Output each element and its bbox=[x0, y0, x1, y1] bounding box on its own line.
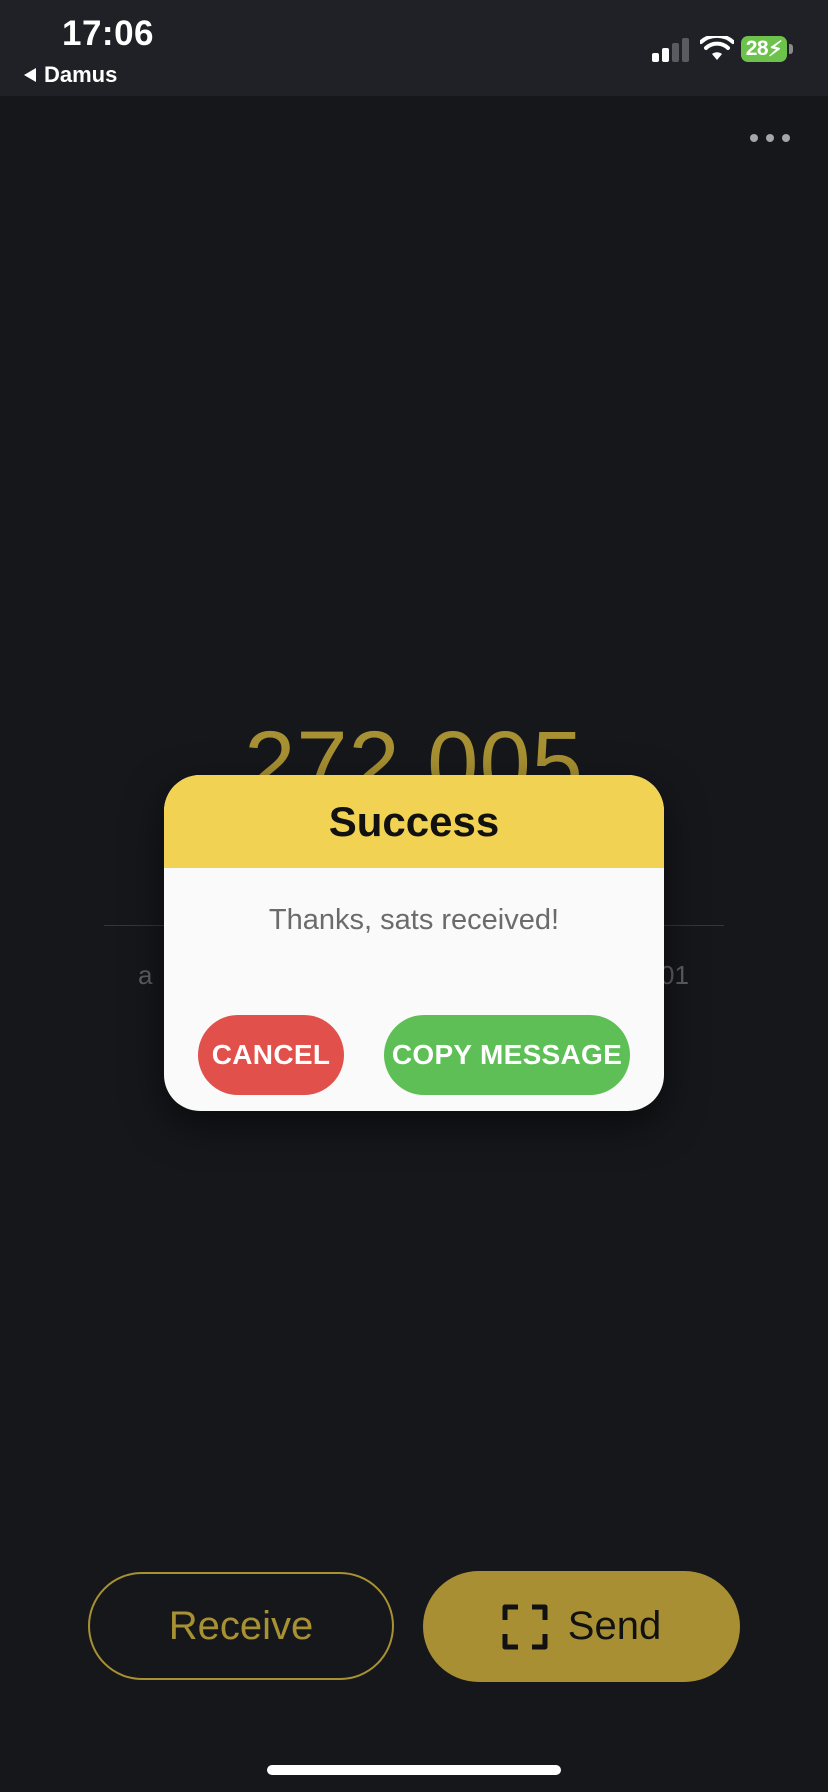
battery-level: 28 bbox=[745, 37, 769, 60]
status-time: 17:06 bbox=[62, 14, 155, 53]
dialog-header: Success bbox=[164, 775, 664, 868]
send-button[interactable]: Send bbox=[423, 1571, 740, 1682]
charging-bolt-icon: ⚡︎ bbox=[768, 37, 783, 61]
wallet-subtitle-left: a bbox=[138, 960, 153, 990]
receive-button[interactable]: Receive bbox=[88, 1572, 394, 1680]
dialog-message: Thanks, sats received! bbox=[268, 904, 560, 936]
back-app-label: Damus bbox=[44, 62, 118, 87]
back-triangle-icon bbox=[24, 68, 36, 82]
copy-message-button[interactable]: COPY MESSAGE bbox=[384, 1015, 630, 1095]
home-indicator[interactable] bbox=[267, 1765, 561, 1775]
dialog-title: Success bbox=[328, 797, 500, 845]
wallet-subtitle-right: 01 bbox=[660, 960, 689, 990]
back-to-app-link[interactable]: Damus bbox=[24, 62, 117, 88]
success-dialog: Success Thanks, sats received! CANCEL CO… bbox=[164, 775, 664, 1111]
send-label: Send bbox=[567, 1604, 662, 1648]
wifi-icon bbox=[700, 36, 734, 60]
cancel-button[interactable]: CANCEL bbox=[198, 1015, 344, 1095]
signal-icon bbox=[652, 38, 689, 62]
scan-icon bbox=[502, 1604, 548, 1649]
more-dots-icon[interactable] bbox=[750, 130, 792, 146]
status-bar: 17:06 Damus 28 ⚡︎ bbox=[0, 0, 828, 96]
battery-nub bbox=[789, 44, 793, 54]
battery-charging-icon: 28 ⚡︎ bbox=[741, 36, 787, 62]
receive-label: Receive bbox=[168, 1603, 314, 1648]
